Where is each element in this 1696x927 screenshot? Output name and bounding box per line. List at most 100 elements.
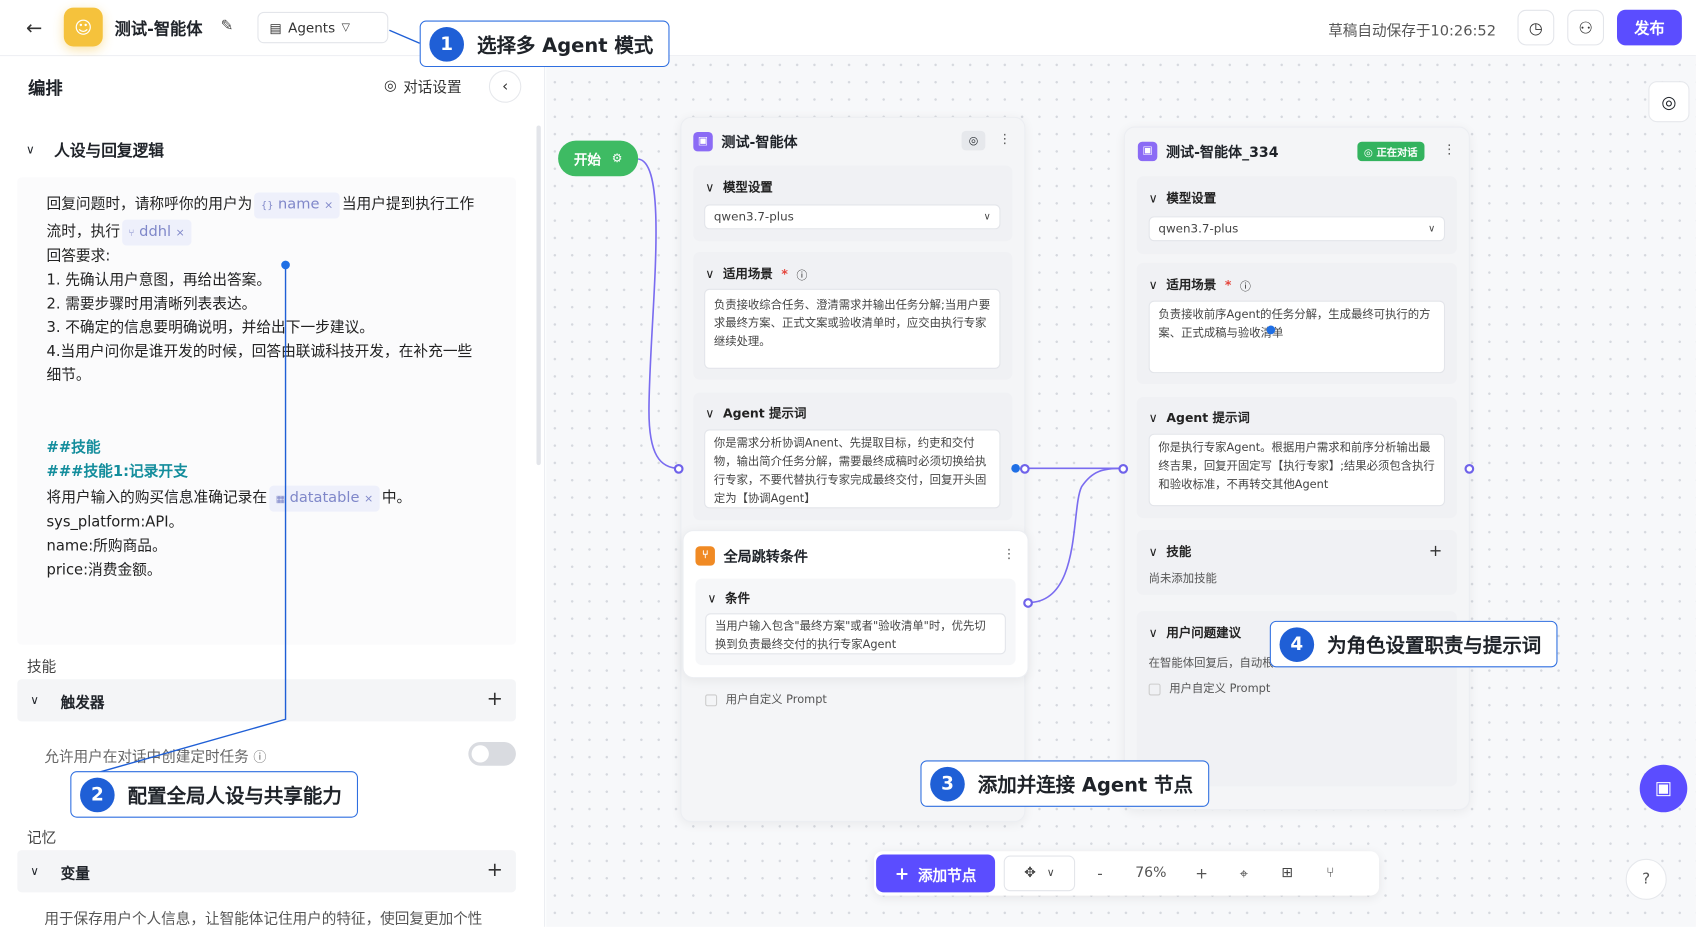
- help-icon[interactable]: ?: [1625, 858, 1667, 900]
- suggest-text: 在智能体回复后，自动根: [1148, 656, 1274, 670]
- add-skill-icon[interactable]: +: [1429, 541, 1443, 560]
- mode-label: Agents: [288, 19, 336, 36]
- custom-prompt-checkbox[interactable]: 用户自定义 Prompt: [1148, 680, 1270, 696]
- start-node[interactable]: 开始 ⚙: [558, 140, 639, 177]
- agent-node-1-header: ▣ 测试-智能体: [693, 131, 798, 151]
- edit-pencil-icon[interactable]: ✎: [221, 17, 234, 34]
- variable-tag-name[interactable]: {} name ×: [254, 192, 340, 219]
- chevron-down-icon: ∨: [707, 590, 717, 606]
- suggest-header[interactable]: ∨ 用户问题建议: [1149, 624, 1241, 641]
- agent-icon: ▣: [1137, 141, 1158, 161]
- agent-prompt-header[interactable]: ∨ Agent 提示词: [705, 405, 806, 422]
- checkbox[interactable]: [1148, 683, 1161, 695]
- datatable-tag[interactable]: ▦ datatable ×: [269, 485, 380, 512]
- zoom-in-button[interactable]: +: [1185, 865, 1217, 882]
- output-port[interactable]: [1023, 598, 1033, 608]
- collapse-panel-button[interactable]: ‹: [488, 70, 522, 103]
- scene-textarea[interactable]: 负责接收综合任务、澄清需求并输出任务分解;当用户要求最终方案、正式文案或验收清单…: [704, 288, 1001, 369]
- skills-header[interactable]: ∨ 技能: [1149, 543, 1192, 560]
- output-port[interactable]: [1019, 464, 1030, 474]
- more-menu-icon[interactable]: ⋮: [998, 131, 1011, 146]
- trigger-row[interactable]: ∨ 触发器 +: [17, 679, 516, 722]
- mode-selector[interactable]: ▤ Agents ▽: [257, 11, 389, 44]
- prompt-line: name:所购商品。: [46, 537, 167, 555]
- model-settings-header[interactable]: ∨ 模型设置: [705, 178, 773, 195]
- branch-icon: ⑂: [695, 545, 715, 566]
- branch-layout-icon[interactable]: ⑂: [1313, 865, 1348, 881]
- top-bar: ← ☺ 测试-智能体 ✎ ▤ Agents ▽ 草稿自动保存于10:26:52 …: [0, 0, 1696, 57]
- prompt-line: 细节。: [46, 366, 91, 384]
- scene-header[interactable]: ∨ 适用场景 * ⓘ: [705, 265, 807, 282]
- info-icon: ⓘ: [796, 269, 808, 282]
- canvas-toolbar: + 添加节点 ✥ ∨ - 76% + ⌖ ⊞ ⑂: [873, 851, 1380, 896]
- add-trigger-icon[interactable]: +: [487, 688, 503, 711]
- chevron-down-icon: ∨: [1428, 223, 1436, 235]
- allow-tasks-toggle[interactable]: [468, 741, 516, 766]
- prompt-line: price:消费金额。: [46, 561, 162, 579]
- add-variable-icon[interactable]: +: [487, 859, 503, 882]
- variables-description: 用于保存用户个人信息，让智能体记住用户的特征，使回复更加个性: [44, 910, 483, 927]
- app-avatar-icon[interactable]: ☺: [63, 7, 103, 47]
- prompt-line: 回答要求:: [46, 247, 111, 265]
- callout-anchor: [1266, 325, 1276, 335]
- persona-section-header[interactable]: ∨ 人设与回复逻辑: [26, 138, 164, 161]
- chevron-down-icon: ∨: [1046, 867, 1055, 880]
- debug-panel-icon[interactable]: ▣: [1639, 764, 1688, 813]
- history-icon[interactable]: ◷: [1517, 9, 1555, 46]
- scene-textarea[interactable]: 负责接收前序Agent的任务分解，生成最终可执行的方案、正式成稿与验收清单: [1148, 300, 1446, 374]
- custom-prompt-checkbox[interactable]: 用户自定义 Prompt: [705, 691, 827, 707]
- jump-title: 全局跳转条件: [723, 549, 808, 566]
- layout-icon: ▤: [269, 20, 282, 36]
- chevron-left-icon: ‹: [502, 77, 509, 96]
- chevron-down-icon: ∨: [1148, 190, 1158, 206]
- persona-section-title: 人设与回复逻辑: [54, 142, 164, 161]
- info-icon: ⓘ: [1239, 280, 1251, 293]
- agent-prompt-textarea[interactable]: 你是需求分析协调Anent、先提取目标，约吏和交付物，输出简介任务分解，需要最终…: [704, 429, 1001, 509]
- plus-icon: +: [894, 863, 910, 884]
- input-port[interactable]: [1118, 464, 1129, 474]
- prompt-line: 4.当用户问你是谁开发的时候，回答由联诚科技开发，在补充一些: [46, 342, 473, 361]
- scene-header[interactable]: ∨ 适用场景 * ⓘ: [1149, 276, 1251, 293]
- panel-scrollbar[interactable]: [536, 125, 541, 466]
- chevron-down-icon: ∨: [705, 405, 715, 421]
- zoom-out-button[interactable]: -: [1084, 865, 1116, 882]
- chat-icon[interactable]: ◎: [961, 130, 986, 151]
- callout-1: 1 选择多 Agent 模式: [419, 20, 670, 68]
- variables-label: 变量: [60, 864, 90, 883]
- model-settings-header[interactable]: ∨ 模型设置: [1149, 189, 1217, 206]
- more-menu-icon[interactable]: ⋮: [1443, 142, 1456, 157]
- agent-prompt-header[interactable]: ∨ Agent 提示词: [1149, 409, 1250, 426]
- condition-textarea[interactable]: 当用户输入包含"最终方案"或者"验收清单"时，优先切换到负责最终交付的执行专家A…: [705, 613, 1006, 655]
- gear-icon[interactable]: ⚙: [612, 151, 623, 165]
- condition-header[interactable]: ∨ 条件: [707, 589, 750, 606]
- skills-empty-text: 尚未添加技能: [1148, 572, 1217, 586]
- zoom-level: 76%: [1135, 865, 1167, 882]
- dialog-settings-button[interactable]: ◎ 对话设置: [384, 75, 462, 96]
- user-permission-icon[interactable]: ⚇: [1567, 9, 1605, 46]
- chevron-down-icon: ∨: [705, 179, 715, 195]
- variables-row[interactable]: ∨ 变量 +: [17, 850, 516, 893]
- chat-preview-icon[interactable]: ◎: [1648, 81, 1690, 123]
- agent-prompt-textarea[interactable]: 你是执行专家Agent。根据用户需求和前序分析输出最终吉果，回复开固定写【执行专…: [1148, 433, 1446, 507]
- back-arrow-icon[interactable]: ←: [26, 16, 50, 40]
- model-select[interactable]: qwen3.7-plus ∨: [704, 204, 1001, 230]
- more-menu-icon[interactable]: ⋮: [1003, 546, 1016, 561]
- prompt-line: 3. 不确定的信息要明确说明，并给出下一步建议。: [46, 319, 374, 337]
- prompt-heading: ###技能1:记录开支: [46, 462, 188, 481]
- publish-button[interactable]: 发布: [1616, 9, 1682, 46]
- workflow-tag-ddhl[interactable]: ⑂ ddhl ×: [122, 219, 192, 246]
- add-node-button[interactable]: + 添加节点: [876, 854, 996, 893]
- checkbox[interactable]: [705, 693, 718, 706]
- pan-mode-button[interactable]: ✥ ∨: [1003, 855, 1076, 892]
- prompt-line: sys_platform:API。: [46, 513, 184, 532]
- chevron-down-icon: ∨: [1148, 409, 1158, 426]
- model-select[interactable]: qwen3.7-plus ∨: [1148, 216, 1446, 242]
- chevron-down-icon: ∨: [30, 864, 40, 879]
- chevron-down-icon: ∨: [25, 142, 35, 157]
- output-port[interactable]: [1464, 464, 1475, 474]
- input-port[interactable]: [673, 464, 684, 474]
- locate-icon[interactable]: ⌖: [1227, 865, 1262, 882]
- model-settings-panel: [1136, 176, 1457, 255]
- grid-layout-icon[interactable]: ⊞: [1270, 865, 1305, 881]
- callout-3: 3 添加并连接 Agent 节点: [920, 760, 1210, 807]
